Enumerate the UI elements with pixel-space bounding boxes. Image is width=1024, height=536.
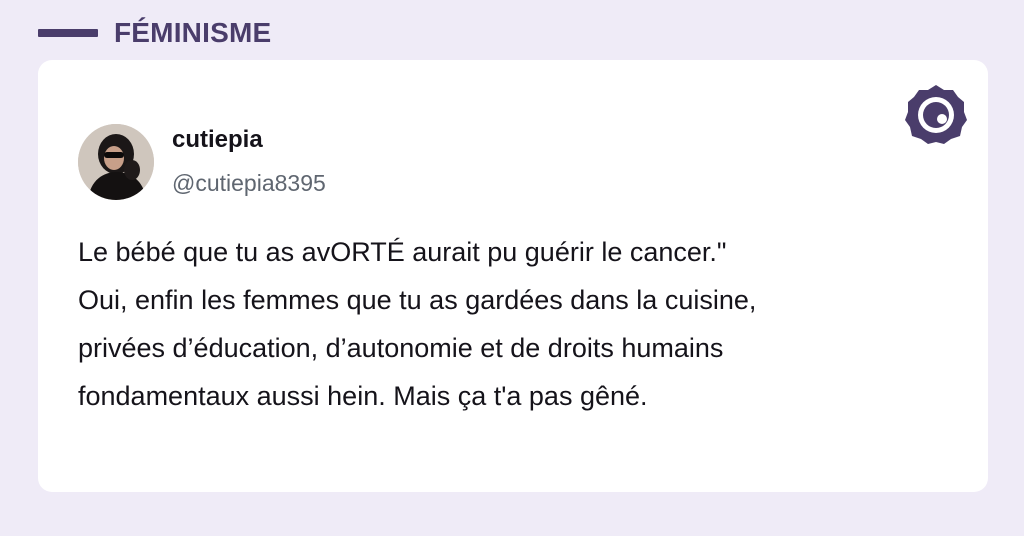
category-accent-line xyxy=(38,29,98,37)
category-label: FÉMINISME xyxy=(114,17,272,48)
avatar-photo xyxy=(78,124,154,200)
category-header: FÉMINISME xyxy=(38,16,271,50)
tweet-line: Le bébé que tu as avORTÉ aurait pu guéri… xyxy=(78,237,727,267)
tweet-line: Oui, enfin les femmes que tu as gardées … xyxy=(78,285,757,315)
avatar[interactable] xyxy=(78,124,154,200)
tweet-body: Le bébé que tu as avORTÉ aurait pu guéri… xyxy=(78,228,958,420)
tweet-card: cutiepia @cutiepia8395 Le bébé que tu as… xyxy=(38,60,988,492)
author-display-name[interactable]: cutiepia xyxy=(172,126,263,154)
brand-logo-icon xyxy=(905,85,967,144)
tweet-line: fondamentaux aussi hein. Mais ça t'a pas… xyxy=(78,381,648,411)
tweet-line: privées d’éducation, d’autonomie et de d… xyxy=(78,333,724,363)
author-handle[interactable]: @cutiepia8395 xyxy=(172,170,326,197)
